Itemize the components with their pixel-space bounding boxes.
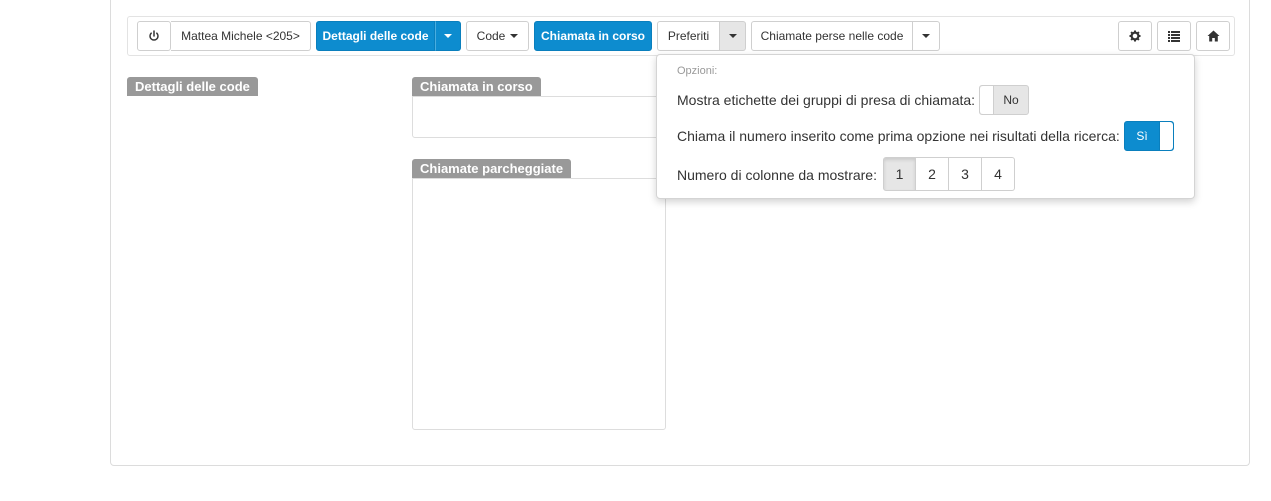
current-call-button[interactable]: Chiamata in corso [534, 21, 652, 51]
toolbar: Mattea Michele <205> Dettagli delle code… [127, 16, 1235, 56]
chevron-down-icon [444, 34, 452, 38]
logout-button[interactable] [137, 21, 171, 51]
missed-calls-dropdown-toggle[interactable] [913, 21, 940, 51]
call-first-option-label: Chiama il numero inserito come prima opz… [677, 128, 1120, 144]
favorites-options-toggle[interactable] [720, 21, 746, 51]
pickup-labels-option-label: Mostra etichette dei gruppi di presa di … [677, 92, 976, 108]
list-icon [1168, 30, 1180, 42]
chevron-down-icon [510, 34, 519, 38]
parked-calls-section-title: Chiamate parcheggiate [412, 159, 572, 178]
parked-calls-panel [412, 178, 666, 430]
columns-option-1[interactable]: 1 [883, 157, 916, 191]
columns-option-4[interactable]: 4 [982, 157, 1015, 191]
chevron-down-icon [922, 34, 930, 38]
favorites-button[interactable]: Preferiti [657, 21, 720, 51]
columns-option-label: Numero di colonne da mostrare: [677, 167, 877, 183]
chevron-down-icon [728, 34, 737, 38]
pickup-labels-toggle[interactable]: No [979, 85, 1029, 115]
toggle-handle [1159, 122, 1173, 150]
list-view-button[interactable] [1157, 21, 1191, 51]
missed-calls-button[interactable]: Chiamate perse nelle code [751, 21, 913, 51]
queue-details-dropdown-toggle[interactable] [435, 21, 461, 51]
call-first-toggle[interactable]: Sì [1124, 121, 1174, 151]
queues-label: Code [476, 29, 506, 43]
options-popover: Opzioni: Mostra etichette dei gruppi di … [656, 54, 1195, 199]
call-first-toggle-value: Sì [1136, 129, 1148, 143]
toggle-handle [980, 86, 994, 114]
queue-details-button[interactable]: Dettagli delle code [316, 21, 435, 51]
columns-option-2[interactable]: 2 [916, 157, 949, 191]
current-call-panel [412, 96, 666, 138]
columns-selector: 1 2 3 4 [883, 157, 1015, 191]
options-title: Opzioni: [677, 65, 718, 77]
home-icon [1207, 30, 1220, 42]
settings-button[interactable] [1118, 21, 1152, 51]
user-button[interactable]: Mattea Michele <205> [171, 21, 311, 51]
queues-dropdown-button[interactable]: Code [466, 21, 529, 51]
gear-icon [1129, 30, 1141, 42]
power-icon [148, 30, 160, 42]
home-button[interactable] [1196, 21, 1230, 51]
columns-option-3[interactable]: 3 [949, 157, 982, 191]
pickup-labels-toggle-value: No [1003, 93, 1019, 107]
current-call-section-title: Chiamata in corso [412, 77, 541, 96]
queue-details-section-title: Dettagli delle code [127, 77, 258, 96]
queue-details-label: Dettagli delle code [322, 29, 429, 43]
